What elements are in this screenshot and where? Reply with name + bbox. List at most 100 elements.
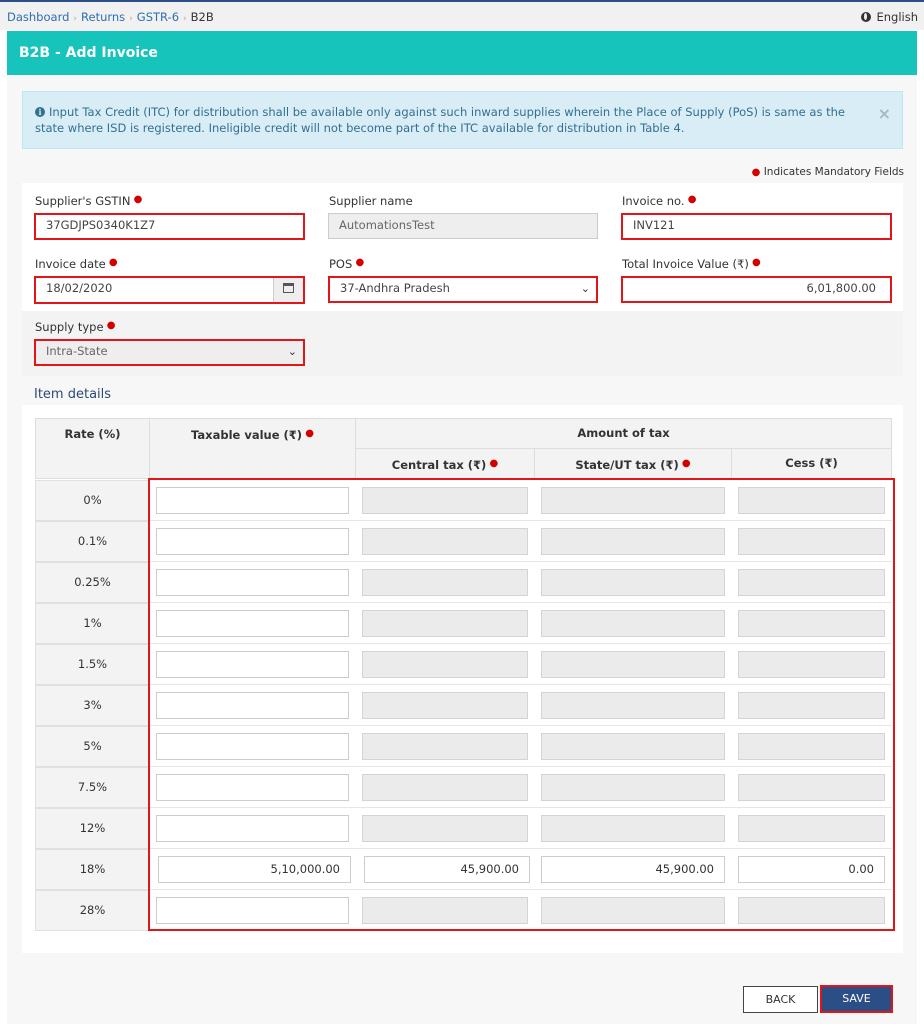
supply-type-select[interactable]: Intra-State ⌄ xyxy=(34,339,305,366)
info-alert: i Input Tax Credit (ITC) for distributio… xyxy=(22,91,903,149)
taxable-value-input[interactable] xyxy=(156,774,349,801)
supplier-name-label: Supplier name xyxy=(329,194,413,208)
item-details-title: Item details xyxy=(34,387,112,402)
state-tax-header: State/UT tax (₹) ● xyxy=(534,448,732,479)
pos-value: 37-Andhra Pradesh xyxy=(340,281,450,295)
page-title: B2B - Add Invoice xyxy=(19,45,158,61)
language-selector[interactable]: English xyxy=(860,10,918,24)
breadcrumb-separator-icon: › xyxy=(129,14,133,24)
cess-input xyxy=(738,815,885,842)
total-value-input[interactable]: 6,01,800.00 xyxy=(621,276,892,303)
cess-input xyxy=(738,692,885,719)
supplier-name-field: AutomationsTest xyxy=(328,213,598,239)
cess-input xyxy=(738,569,885,596)
state-tax-input xyxy=(541,651,725,678)
invoice-date-label: Invoice date ● xyxy=(35,257,118,271)
cess-input xyxy=(738,733,885,760)
cess-input xyxy=(738,897,885,924)
taxable-value-input[interactable]: 5,10,000.00 xyxy=(158,856,351,883)
breadcrumb-bar: Dashboard › Returns › GSTR-6 › B2B English xyxy=(0,2,924,30)
close-icon[interactable]: × xyxy=(878,104,891,123)
page-header: B2B - Add Invoice xyxy=(7,31,917,75)
state-tax-input xyxy=(541,610,725,637)
state-tax-input xyxy=(541,569,725,596)
central-tax-input xyxy=(362,774,528,801)
central-tax-input xyxy=(362,815,528,842)
taxable-value-input[interactable] xyxy=(156,569,349,596)
invoice-no-input[interactable]: INV121 xyxy=(621,213,892,240)
language-label: English xyxy=(876,10,918,24)
total-value-label: Total Invoice Value (₹) ● xyxy=(622,257,761,271)
taxable-value-input[interactable] xyxy=(156,487,349,514)
mandatory-note: ● Indicates Mandatory Fields xyxy=(752,166,904,178)
taxable-value-input[interactable] xyxy=(156,897,349,924)
invoice-date-value: 18/02/2020 xyxy=(46,281,113,295)
central-tax-input xyxy=(362,528,528,555)
rate-cell: 0.1% xyxy=(35,521,150,562)
breadcrumb-returns[interactable]: Returns xyxy=(81,10,125,24)
breadcrumb-dashboard[interactable]: Dashboard xyxy=(7,10,69,24)
state-tax-input xyxy=(541,815,725,842)
breadcrumb-gstr6[interactable]: GSTR-6 xyxy=(137,10,179,24)
state-tax-input xyxy=(541,774,725,801)
rate-cell: 3% xyxy=(35,685,150,726)
invoice-date-input[interactable]: 18/02/2020 xyxy=(34,276,305,304)
state-tax-input xyxy=(541,487,725,514)
supplier-gstin-input[interactable]: 37GDJPS0340K1Z7 xyxy=(34,213,305,240)
cess-input xyxy=(738,528,885,555)
mandatory-note-text: Indicates Mandatory Fields xyxy=(763,166,904,178)
rate-cell: 28% xyxy=(35,890,150,931)
state-tax-input[interactable]: 45,900.00 xyxy=(541,856,725,883)
calendar-button[interactable] xyxy=(273,278,303,302)
cess-input xyxy=(738,651,885,678)
chevron-down-icon: ⌄ xyxy=(580,282,590,295)
rate-cell: 5% xyxy=(35,726,150,767)
central-tax-input xyxy=(362,897,528,924)
cess-input[interactable]: 0.00 xyxy=(738,856,885,883)
cess-input xyxy=(738,774,885,801)
cess-header: Cess (₹) xyxy=(731,448,892,479)
taxable-value-input[interactable] xyxy=(156,610,349,637)
calendar-icon xyxy=(283,283,294,293)
back-button[interactable]: BACK xyxy=(743,986,818,1013)
taxable-value-input[interactable] xyxy=(156,733,349,760)
central-tax-input xyxy=(362,610,528,637)
required-dot-icon: ● xyxy=(751,167,761,178)
central-tax-input xyxy=(362,569,528,596)
rate-cell: 1.5% xyxy=(35,644,150,685)
rate-cell: 0% xyxy=(35,480,150,521)
breadcrumb-current: B2B xyxy=(190,10,214,24)
taxable-value-header: Taxable value (₹) ● xyxy=(149,418,356,479)
taxable-value-input[interactable] xyxy=(156,815,349,842)
state-tax-input xyxy=(541,897,725,924)
breadcrumb-separator-icon: › xyxy=(183,14,187,24)
pos-select[interactable]: 37-Andhra Pradesh ⌄ xyxy=(328,276,598,303)
rate-cell: 12% xyxy=(35,808,150,849)
breadcrumb: Dashboard › Returns › GSTR-6 › B2B xyxy=(7,10,214,24)
supplier-gstin-label: Supplier's GSTIN ● xyxy=(35,194,143,208)
save-button[interactable]: SAVE xyxy=(820,985,893,1013)
breadcrumb-separator-icon: › xyxy=(73,14,78,24)
central-tax-input xyxy=(362,733,528,760)
taxable-value-input[interactable] xyxy=(156,528,349,555)
rate-header: Rate (%) xyxy=(35,418,150,479)
pos-label: POS ● xyxy=(329,257,365,271)
central-tax-input xyxy=(362,692,528,719)
state-tax-input xyxy=(541,733,725,760)
central-tax-header: Central tax (₹) ● xyxy=(355,448,535,479)
state-tax-input xyxy=(541,692,725,719)
invoice-no-label: Invoice no. ● xyxy=(622,194,697,208)
supply-type-label: Supply type ● xyxy=(35,320,116,334)
chevron-down-icon: ⌄ xyxy=(287,345,297,358)
cess-input xyxy=(738,487,885,514)
central-tax-input[interactable]: 45,900.00 xyxy=(364,856,530,883)
rate-cell: 0.25% xyxy=(35,562,150,603)
supply-type-value: Intra-State xyxy=(46,344,108,358)
rate-cell: 7.5% xyxy=(35,767,150,808)
central-tax-input xyxy=(362,487,528,514)
cess-input xyxy=(738,610,885,637)
globe-icon xyxy=(860,12,871,22)
taxable-value-input[interactable] xyxy=(156,651,349,678)
rate-cell: 1% xyxy=(35,603,150,644)
taxable-value-input[interactable] xyxy=(156,692,349,719)
